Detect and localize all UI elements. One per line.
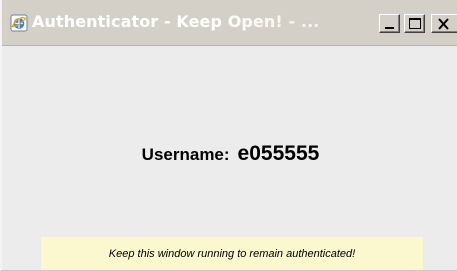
username-label: Username: — [141, 145, 230, 164]
minimize-button[interactable] — [379, 14, 400, 33]
window-title: Authenticator - Keep Open! - ... — [32, 12, 320, 31]
browser-icon — [10, 14, 28, 32]
maximize-button[interactable] — [404, 14, 425, 33]
notice-text: Keep this window running to remain authe… — [108, 248, 356, 260]
close-icon — [438, 18, 449, 30]
minimize-icon — [385, 27, 394, 29]
notice-banner: Keep this window running to remain authe… — [41, 237, 423, 270]
title-bar[interactable]: Authenticator - Keep Open! - ... — [2, 0, 457, 46]
close-button[interactable] — [431, 14, 457, 33]
authenticator-window: Authenticator - Keep Open! - ... Usernam… — [0, 0, 457, 271]
username-row: Username: e055555 — [4, 142, 457, 166]
maximize-icon — [409, 18, 421, 29]
username-value: e055555 — [237, 142, 320, 165]
window-content: Username: e055555 Keep this window runnin… — [4, 47, 457, 270]
